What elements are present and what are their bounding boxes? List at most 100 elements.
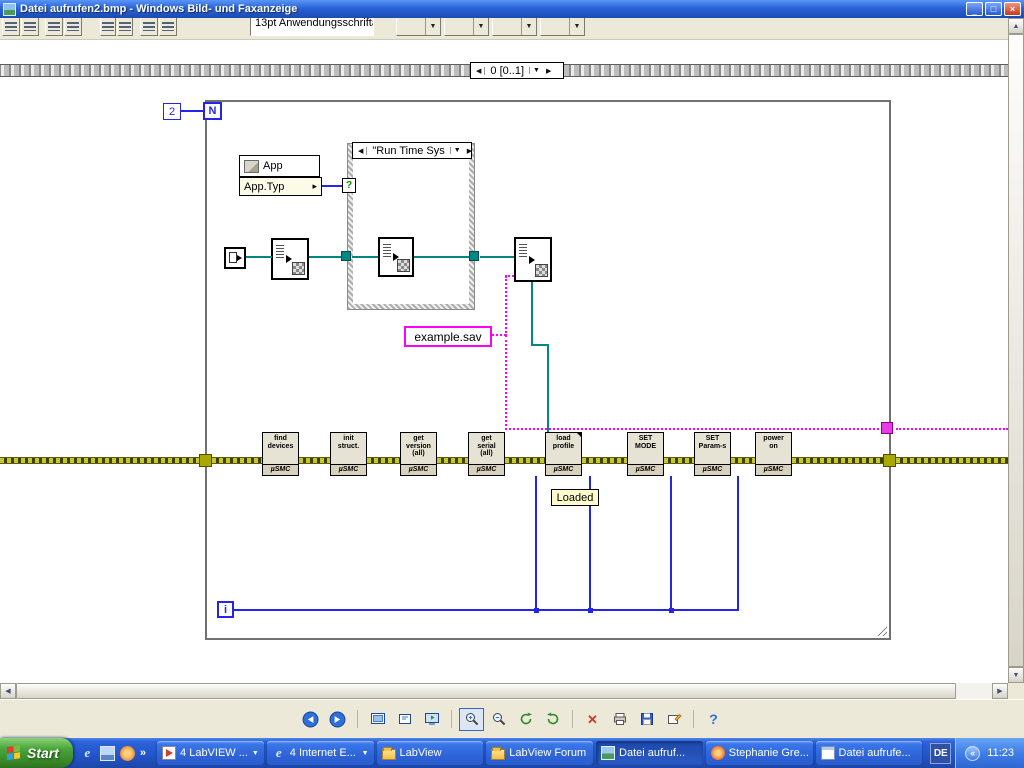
property-node: App.Typ ▸	[239, 177, 322, 196]
clock: 11:23	[987, 747, 1014, 759]
task-button-internet-explorer-group[interactable]: e 4 Internet E... ▼	[266, 741, 374, 765]
scroll-left-button[interactable]: ◀	[0, 683, 16, 699]
subvi-sublabel: µSMC	[331, 464, 366, 475]
loop-iteration-terminal: i	[217, 601, 234, 618]
case-prev-icon: ◀	[355, 146, 368, 155]
lv-toolbar-button	[159, 18, 177, 36]
wire-int	[670, 476, 672, 611]
task-buttons: 4 LabVIEW ... ▼ e 4 Internet E... ▼ LabV…	[153, 741, 926, 765]
horizontal-scrollbar[interactable]: ◀ ▶	[0, 683, 1008, 699]
vertical-scroll-thumb[interactable]	[1008, 34, 1024, 667]
case-tunnel-right	[469, 251, 479, 261]
scroll-down-button[interactable]: ▼	[1008, 667, 1024, 683]
task-button-stephanie[interactable]: Stephanie Gre...	[705, 741, 813, 765]
zoom-out-button[interactable]	[486, 708, 511, 731]
task-button-label: Datei aufruf...	[619, 747, 686, 759]
resize-handle-icon	[876, 625, 887, 636]
wire-error	[299, 457, 330, 464]
sequence-next-icon: ▶	[545, 67, 552, 75]
dropdown-arrow-icon: ▼	[425, 18, 440, 35]
wire-int	[234, 609, 739, 611]
wire-string	[492, 334, 506, 336]
tray-expand-button[interactable]: «	[965, 745, 981, 761]
task-button-labview-forum-folder[interactable]: LabView Forum	[486, 741, 594, 765]
help-icon: ?	[709, 711, 718, 727]
task-button-labview-folder[interactable]: LabView	[376, 741, 484, 765]
minimize-button[interactable]: _	[966, 2, 983, 16]
wire-error	[0, 457, 200, 464]
scroll-up-icon: ▲	[1012, 22, 1020, 30]
close-button[interactable]: ×	[1004, 2, 1021, 16]
subvi-label: get version (all)	[406, 435, 431, 457]
folder-icon	[381, 746, 396, 760]
vertical-scrollbar[interactable]: ▲ ▼	[1008, 18, 1024, 683]
show-desktop-icon[interactable]	[99, 745, 115, 761]
wire-junction	[669, 608, 674, 613]
group-arrow-icon: ▼	[251, 749, 259, 757]
internet-explorer-icon[interactable]: e	[80, 746, 95, 761]
loop-tunnel-string	[881, 422, 893, 434]
print-button[interactable]	[607, 708, 632, 731]
document-icon	[820, 746, 835, 760]
dropdown-arrow-icon: ▼	[521, 18, 536, 35]
scroll-right-button[interactable]: ▶	[992, 683, 1008, 699]
task-button-picture-viewer-active[interactable]: Datei aufruf...	[596, 741, 703, 765]
picture-viewer-icon	[601, 746, 616, 760]
media-player-icon[interactable]	[119, 745, 135, 761]
scroll-down-icon: ▼	[1012, 671, 1020, 679]
lv-font-selector: 13pt Anwendungsschriftart	[250, 18, 374, 36]
toolbar-separator	[572, 710, 573, 728]
subvi-label: power on	[763, 435, 784, 450]
next-image-button[interactable]	[325, 708, 350, 731]
subvi-set-mode: SET MODE µSMC	[627, 432, 664, 476]
app-reference-icon	[244, 159, 259, 173]
wire-refnum	[531, 282, 533, 346]
maximize-button[interactable]: □	[985, 2, 1002, 16]
previous-image-button[interactable]	[298, 708, 323, 731]
open-file-icon	[224, 247, 246, 269]
quick-launch-overflow-button[interactable]: »	[140, 747, 146, 759]
wire-string	[896, 428, 1008, 430]
zoom-in-icon	[465, 713, 478, 726]
wire-error	[664, 457, 694, 464]
subvi-find-devices: find devices µSMC	[262, 432, 299, 476]
actual-size-button[interactable]	[392, 708, 417, 731]
titlebar[interactable]: Datei aufrufen2.bmp - Windows Bild- und …	[0, 0, 1024, 18]
print-icon	[613, 713, 626, 725]
help-button[interactable]: ?	[701, 708, 726, 731]
wire-string	[505, 335, 507, 430]
zoom-in-button[interactable]	[459, 707, 484, 731]
group-arrow-icon: ▼	[361, 749, 369, 757]
edit-image-button[interactable]	[661, 708, 686, 731]
language-indicator[interactable]: DE	[930, 742, 952, 764]
wire-refnum	[246, 256, 272, 258]
subvi-get-version: get version (all) µSMC	[400, 432, 437, 476]
slideshow-button[interactable]	[419, 708, 444, 731]
start-button[interactable]: Start	[0, 738, 73, 768]
subvi-label: SET MODE	[635, 435, 656, 450]
system-tray: « 11:23	[955, 738, 1024, 768]
best-fit-button[interactable]	[365, 708, 390, 731]
scroll-up-button[interactable]: ▲	[1008, 18, 1024, 34]
subvi-sublabel: µSMC	[546, 464, 581, 475]
rotate-counterclockwise-button[interactable]	[513, 708, 538, 731]
rotate-clockwise-button[interactable]	[540, 708, 565, 731]
wire-int	[535, 476, 537, 611]
delete-button[interactable]: ✕	[580, 708, 605, 731]
subvi-icon	[378, 237, 414, 277]
task-button-datei-aufrufen-document[interactable]: Datei aufrufe...	[815, 741, 923, 765]
copy-to-button[interactable]	[634, 708, 659, 731]
horizontal-scroll-thumb[interactable]	[16, 683, 956, 699]
windows-flag-icon	[7, 745, 22, 761]
sequence-prev-icon: ◀	[473, 66, 486, 75]
previous-image-icon	[302, 711, 319, 727]
lv-toolbar-button	[64, 18, 82, 36]
loop-count-terminal: N	[203, 102, 222, 120]
property-node-arrow-icon: ▸	[312, 181, 317, 191]
subvi-load-profile: load profile µSMC	[545, 432, 582, 476]
subvi-sublabel: µSMC	[401, 464, 436, 475]
subvi-label: init struct.	[337, 435, 360, 450]
task-button-labview-group[interactable]: 4 LabVIEW ... ▼	[157, 741, 264, 765]
wire-junction	[588, 608, 593, 613]
toolbar-separator	[451, 710, 452, 728]
